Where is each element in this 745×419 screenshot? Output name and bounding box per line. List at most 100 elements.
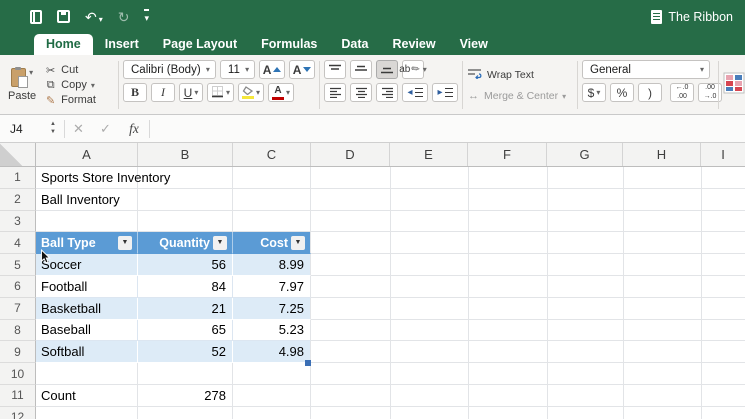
- row-header-9[interactable]: 9: [0, 341, 36, 364]
- percent-button[interactable]: %: [610, 83, 634, 102]
- cell-b4[interactable]: Quantity ▼: [138, 232, 233, 255]
- tab-formulas[interactable]: Formulas: [249, 34, 329, 55]
- column-header-h[interactable]: H: [623, 143, 701, 166]
- new-workbook-icon[interactable]: [30, 9, 42, 24]
- chevron-down-icon[interactable]: ▾: [194, 88, 198, 97]
- currency-button[interactable]: $ ▾: [582, 83, 606, 102]
- cell-a8[interactable]: Baseball: [36, 319, 138, 342]
- chevron-down-icon[interactable]: ▾: [596, 88, 600, 97]
- row-header-3[interactable]: 3: [0, 210, 36, 233]
- italic-button[interactable]: I: [151, 83, 175, 102]
- cell-a7[interactable]: Basketball: [36, 297, 138, 320]
- comma-style-button[interactable]: ): [638, 83, 662, 102]
- cell-c2[interactable]: [233, 188, 311, 211]
- align-middle-button[interactable]: [350, 60, 372, 79]
- tab-home[interactable]: Home: [34, 34, 93, 55]
- paste-button[interactable]: ▾ Paste: [8, 67, 36, 102]
- cells-d11-i11[interactable]: [311, 384, 745, 407]
- cells-d6-i6[interactable]: [311, 275, 745, 298]
- copy-dropdown-icon[interactable]: ▾: [91, 81, 95, 90]
- cell-c1[interactable]: [233, 167, 311, 189]
- chevron-down-icon[interactable]: ▾: [226, 88, 230, 97]
- tab-view[interactable]: View: [448, 34, 500, 55]
- fill-color-button[interactable]: ▾: [238, 83, 265, 102]
- font-family-dropdown[interactable]: Calibri (Body) ▾: [123, 60, 216, 79]
- cell-c3[interactable]: [233, 210, 311, 233]
- cell-c8[interactable]: 5.23: [233, 319, 311, 342]
- number-format-dropdown[interactable]: General ▾: [582, 60, 710, 79]
- cells-d10-i10[interactable]: [311, 363, 745, 385]
- row-header-5[interactable]: 5: [0, 254, 36, 276]
- cell-b12[interactable]: [138, 406, 233, 419]
- undo-button[interactable]: ↶ ▾: [85, 10, 103, 24]
- row-header-4[interactable]: 4: [0, 232, 36, 255]
- row-header-10[interactable]: 10: [0, 363, 36, 385]
- conditional-formatting-button[interactable]: Conditional Formatting: [723, 59, 745, 111]
- filter-button[interactable]: ▼: [118, 235, 132, 250]
- filter-button[interactable]: ▼: [213, 235, 227, 250]
- undo-dropdown-icon[interactable]: ▾: [99, 15, 103, 24]
- cell-a2[interactable]: Ball Inventory: [36, 188, 138, 211]
- row-header-11[interactable]: 11: [0, 384, 36, 407]
- cells-d2-i2[interactable]: [311, 188, 745, 211]
- cells-d3-i3[interactable]: [311, 210, 745, 233]
- cell-c11[interactable]: [233, 384, 311, 407]
- align-top-button[interactable]: [324, 60, 346, 79]
- row-header-12[interactable]: 12: [0, 406, 36, 419]
- customize-toolbar-icon[interactable]: ▾: [144, 9, 150, 24]
- tab-page-layout[interactable]: Page Layout: [151, 34, 249, 55]
- cell-a10[interactable]: [36, 363, 138, 385]
- decrease-indent-button[interactable]: ◂: [402, 83, 428, 102]
- format-painter-button[interactable]: ✎ Format: [44, 94, 96, 107]
- row-header-2[interactable]: 2: [0, 188, 36, 211]
- column-header-d[interactable]: D: [311, 143, 390, 166]
- cell-c12[interactable]: [233, 406, 311, 419]
- cell-c10[interactable]: [233, 363, 311, 385]
- cell-a1[interactable]: Sports Store Inventory: [36, 167, 170, 189]
- increase-decimal-button[interactable]: ←.0.00: [670, 83, 694, 102]
- cell-a9[interactable]: Softball: [36, 341, 138, 364]
- cells-d12-i12[interactable]: [311, 406, 745, 419]
- table-resize-handle[interactable]: [305, 360, 311, 366]
- cells-d9-i9[interactable]: [311, 341, 745, 364]
- borders-button[interactable]: ▾: [207, 83, 235, 102]
- wrap-text-button[interactable]: Wrap Text: [467, 68, 573, 82]
- insert-function-icon[interactable]: fx: [119, 121, 149, 137]
- cell-c7[interactable]: 7.25: [233, 297, 311, 320]
- cancel-icon[interactable]: ✕: [65, 121, 92, 137]
- cell-b3[interactable]: [138, 210, 233, 233]
- copy-button[interactable]: ⧉ Copy ▾: [44, 79, 96, 92]
- chevron-down-icon[interactable]: ▾: [562, 92, 566, 101]
- column-header-f[interactable]: F: [468, 143, 547, 166]
- cell-b9[interactable]: 52: [138, 341, 233, 364]
- cell-c4[interactable]: Cost ▼: [233, 232, 311, 255]
- underline-button[interactable]: U ▾: [179, 83, 203, 102]
- cell-b7[interactable]: 21: [138, 297, 233, 320]
- cells-d8-i8[interactable]: [311, 319, 745, 342]
- cell-c6[interactable]: 7.97: [233, 275, 311, 298]
- bold-button[interactable]: B: [123, 83, 147, 102]
- name-box-spinner[interactable]: ▲ ▼: [50, 121, 56, 137]
- column-header-g[interactable]: G: [547, 143, 623, 166]
- column-header-b[interactable]: B: [138, 143, 233, 166]
- tab-review[interactable]: Review: [380, 34, 447, 55]
- orientation-button[interactable]: ab ✎ ▾: [399, 60, 427, 79]
- redo-icon[interactable]: ↻: [118, 10, 130, 24]
- cell-a3[interactable]: [36, 210, 138, 233]
- paste-dropdown-icon[interactable]: ▾: [29, 68, 33, 77]
- chevron-down-icon[interactable]: ▾: [286, 88, 290, 97]
- cell-c9[interactable]: 4.98: [233, 341, 311, 364]
- font-size-dropdown[interactable]: 11 ▾: [219, 60, 256, 79]
- cell-b11[interactable]: 278: [138, 384, 233, 407]
- row-header-6[interactable]: 6: [0, 275, 36, 298]
- save-icon[interactable]: [57, 10, 70, 23]
- row-header-7[interactable]: 7: [0, 297, 36, 320]
- cells-d5-i5[interactable]: [311, 254, 745, 276]
- cell-a11[interactable]: Count: [36, 384, 138, 407]
- filter-button[interactable]: ▼: [291, 235, 305, 250]
- tab-insert[interactable]: Insert: [93, 34, 151, 55]
- font-color-button[interactable]: A ▾: [268, 83, 295, 102]
- cut-button[interactable]: ✂ Cut: [44, 64, 96, 77]
- cell-b8[interactable]: 65: [138, 319, 233, 342]
- name-box[interactable]: J4: [0, 122, 50, 136]
